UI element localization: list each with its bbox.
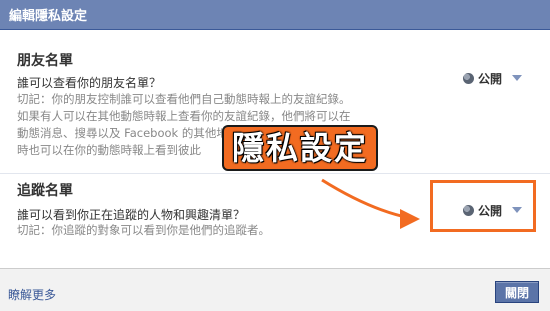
annotation-highlight-box	[430, 180, 536, 232]
globe-icon	[463, 72, 474, 84]
friends-list-question: 誰可以查看你的朋友名單？	[17, 76, 162, 90]
friends-list-audience-selector[interactable]: 公開	[463, 68, 523, 88]
privacy-settings-dialog: 編輯隱私設定 朋友名單 誰可以查看你的朋友名單？ 切記：你的朋友控制誰可以查看他…	[0, 0, 550, 311]
followers-heading: 追蹤名單	[17, 183, 73, 199]
dialog-footer: 瞭解更多 關閉	[0, 268, 550, 311]
chevron-down-icon	[512, 75, 523, 81]
friends-list-note-line: 如果有人可以在其他動態時報上查看你的友誼紀錄，他們將可以在	[17, 109, 351, 123]
friends-list-audience-label: 公開	[478, 71, 503, 86]
annotation-label: 隱私設定	[224, 127, 377, 169]
friends-list-note-line: 切記：你的朋友控制誰可以查看他們自己動態時報上的友誼紀錄。	[17, 92, 351, 106]
learn-more-link[interactable]: 瞭解更多	[8, 286, 56, 303]
close-button[interactable]: 關閉	[495, 281, 539, 303]
followers-question: 誰可以看到你正在追蹤的人物和興趣清單？	[17, 208, 246, 222]
friends-list-heading: 朋友名單	[17, 53, 73, 69]
dialog-titlebar: 編輯隱私設定	[0, 0, 550, 30]
dialog-title: 編輯隱私設定	[9, 9, 88, 24]
followers-note: 切記：你追蹤的對象可以看到你是他們的追蹤者。	[17, 223, 270, 237]
